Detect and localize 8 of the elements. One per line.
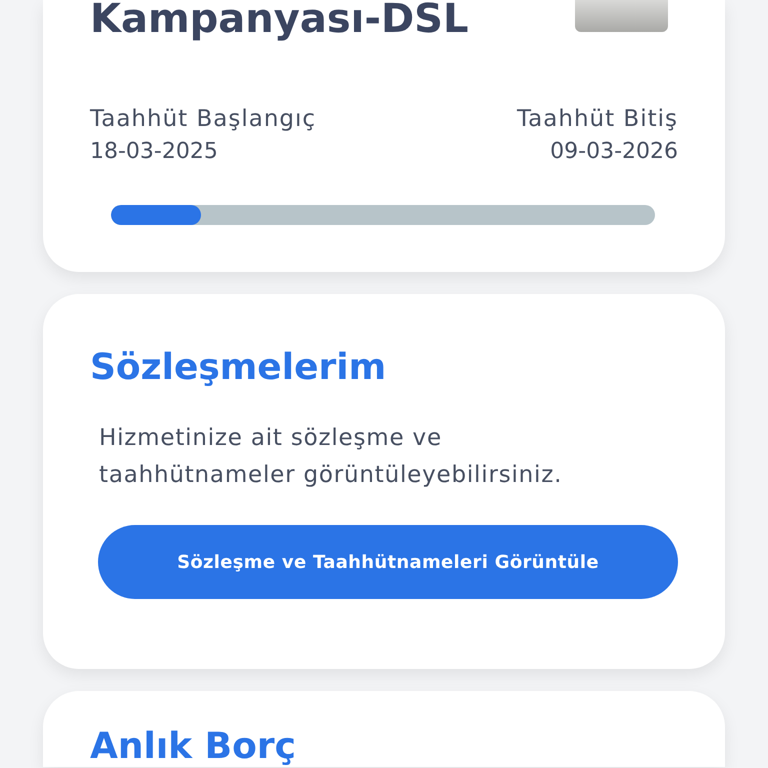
commitment-date: 09-03-2026 bbox=[550, 139, 678, 165]
view-contracts-button[interactable]: Sözleşme ve Taahhütnameleri Görüntüle bbox=[98, 525, 678, 599]
description-text: Hizmetinize ait sözleşme ve taahhütnameler görüntüleyebilirsiniz. bbox=[99, 424, 564, 490]
commitment-label: Taahhüt Bitiş bbox=[516, 105, 678, 133]
section-title: Sözleşmelerim bbox=[90, 346, 388, 390]
commitment-label: Taahhüt Başlangıç bbox=[90, 105, 316, 133]
section-title: Anlık Borç bbox=[90, 729, 297, 765]
commitment-date: 18-03-2025 bbox=[90, 139, 219, 165]
